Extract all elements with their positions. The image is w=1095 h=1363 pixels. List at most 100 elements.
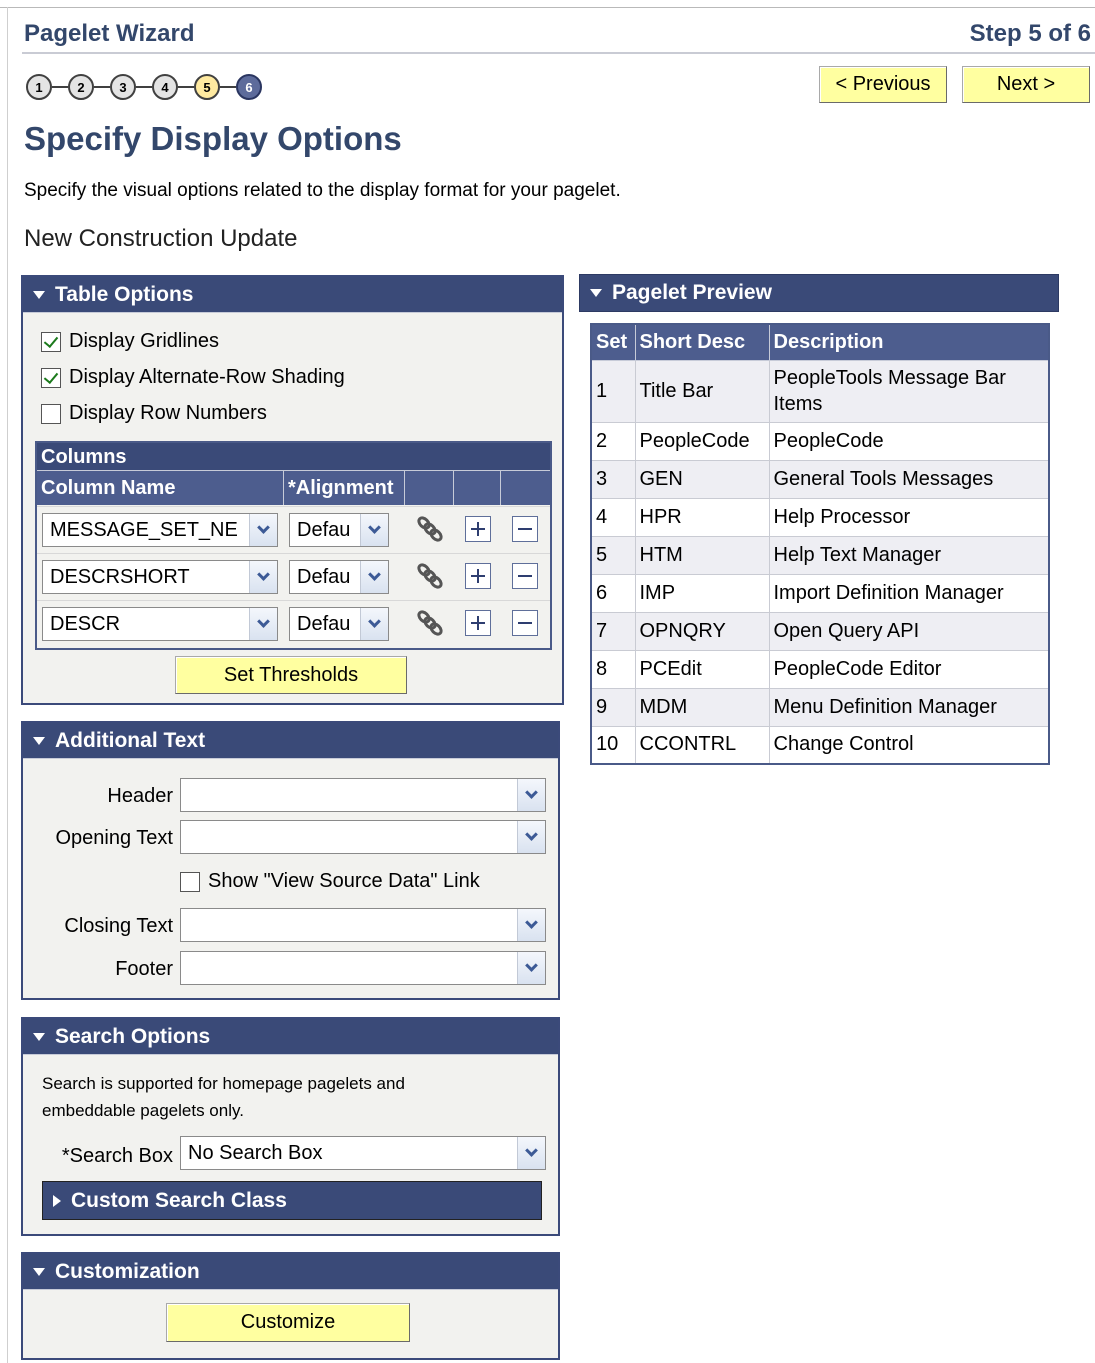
alt-row-shading-checkbox[interactable] [41, 367, 61, 388]
pagelet-preview-title: Pagelet Preview [612, 281, 772, 304]
title-divider [22, 52, 1095, 54]
closing-text-select[interactable] [180, 908, 546, 942]
alignment-select[interactable]: Defau [289, 560, 389, 594]
search-options-header[interactable]: Search Options [23, 1019, 558, 1055]
column-name-select[interactable]: MESSAGE_SET_NE [42, 513, 278, 547]
add-row-icon[interactable] [465, 610, 491, 636]
table-options-section: Table Options Display Gridlines Display … [21, 275, 564, 705]
search-box-select[interactable]: No Search Box [180, 1136, 546, 1170]
search-options-section: Search Options Search is supported for h… [21, 1017, 560, 1236]
step-indicator: Step 5 of 6 [969, 20, 1091, 47]
expand-icon [53, 1194, 61, 1207]
chevron-down-icon [249, 608, 277, 640]
table-row: 10 CCONTRL Change Control [590, 725, 1050, 765]
alt-row-shading-row: Display Alternate-Row Shading [41, 366, 345, 389]
next-button[interactable]: Next > [962, 66, 1090, 103]
table-row: 2 PeopleCode PeopleCode [590, 421, 1050, 461]
chain-link-icon[interactable] [415, 562, 443, 590]
chain-link-icon[interactable] [415, 515, 443, 543]
short-desc-header: Short Desc [634, 323, 770, 361]
chevron-down-icon [517, 909, 545, 941]
display-gridlines-checkbox[interactable] [41, 331, 61, 352]
additional-text-header[interactable]: Additional Text [23, 723, 558, 759]
table-row: 6 IMP Import Definition Manager [590, 573, 1050, 613]
column-row: DESCR Defau [37, 600, 550, 647]
chevron-down-icon [249, 514, 277, 546]
pagelet-preview-header[interactable]: Pagelet Preview [579, 274, 1059, 312]
alignment-header: *Alignment [284, 471, 405, 505]
table-row: 8 PCEdit PeopleCode Editor [590, 649, 1050, 689]
custom-search-class-header[interactable]: Custom Search Class [42, 1181, 542, 1220]
table-options-header[interactable]: Table Options [23, 277, 562, 313]
row-numbers-checkbox[interactable] [41, 403, 61, 424]
collapse-icon [33, 1032, 45, 1041]
additional-text-section: Additional Text Header Opening Text Show… [21, 721, 560, 1000]
add-row-icon[interactable] [465, 563, 491, 589]
chevron-down-icon [360, 561, 388, 593]
collapse-icon [33, 290, 45, 299]
customization-header[interactable]: Customization [23, 1254, 558, 1290]
step-connector [136, 86, 152, 88]
display-gridlines-label: Display Gridlines [69, 330, 220, 352]
step-connector [178, 86, 194, 88]
step-6[interactable]: 6 [236, 74, 262, 100]
header-select[interactable] [180, 778, 546, 812]
page-description: Specify the visual options related to th… [24, 180, 621, 201]
column-row: DESCRSHORT Defau [37, 553, 550, 600]
pagelet-name: New Construction Update [24, 225, 298, 252]
chevron-down-icon [517, 1137, 545, 1169]
delete-row-icon[interactable] [512, 610, 538, 636]
row-numbers-label: Display Row Numbers [69, 402, 267, 424]
set-thresholds-button[interactable]: Set Thresholds [175, 656, 407, 694]
opening-text-label: Opening Text [55, 827, 174, 849]
top-border [0, 7, 1095, 8]
opening-text-select[interactable] [180, 820, 546, 854]
column-name-header: Column Name [37, 471, 284, 505]
alt-row-shading-label: Display Alternate-Row Shading [69, 366, 345, 388]
set-header: Set [590, 323, 636, 361]
left-border [7, 7, 8, 1363]
chevron-down-icon [517, 952, 545, 984]
previous-button[interactable]: < Previous [819, 66, 947, 103]
closing-text-label: Closing Text [64, 915, 173, 937]
columns-header-row: Column Name *Alignment [37, 471, 550, 505]
step-3[interactable]: 3 [110, 74, 136, 100]
table-row: 4 HPR Help Processor [590, 497, 1050, 537]
remove-col-header [501, 471, 548, 505]
columns-grid: Columns Column Name *Alignment MESSAGE_S… [35, 441, 552, 650]
columns-title: Columns [37, 443, 550, 471]
delete-row-icon[interactable] [512, 516, 538, 542]
step-1[interactable]: 1 [26, 74, 52, 100]
view-source-row: Show "View Source Data" Link [180, 870, 480, 893]
table-options-title: Table Options [55, 282, 194, 306]
step-2[interactable]: 2 [68, 74, 94, 100]
customization-section: Customization Customize [21, 1252, 560, 1360]
view-source-checkbox[interactable] [180, 871, 200, 892]
alignment-select[interactable]: Defau [289, 607, 389, 641]
collapse-icon [33, 736, 45, 745]
customize-button[interactable]: Customize [166, 1303, 410, 1342]
search-options-title: Search Options [55, 1024, 211, 1048]
step-connector [52, 86, 68, 88]
header-label: Header [107, 785, 173, 807]
alignment-select[interactable]: Defau [289, 513, 389, 547]
column-name-select[interactable]: DESCRSHORT [42, 560, 278, 594]
wizard-title: Pagelet Wizard [24, 20, 195, 47]
custom-search-class-title: Custom Search Class [71, 1188, 287, 1212]
page-title: Specify Display Options [24, 120, 402, 157]
footer-select[interactable] [180, 951, 546, 985]
add-row-icon[interactable] [465, 516, 491, 542]
chevron-down-icon [517, 779, 545, 811]
step-connector [220, 86, 236, 88]
column-name-select[interactable]: DESCR [42, 607, 278, 641]
table-row: 5 HTM Help Text Manager [590, 535, 1050, 575]
chevron-down-icon [360, 608, 388, 640]
additional-text-title: Additional Text [55, 728, 206, 752]
display-gridlines-row: Display Gridlines [41, 330, 219, 353]
collapse-icon [590, 289, 602, 297]
chain-link-icon[interactable] [415, 609, 443, 637]
chevron-down-icon [360, 514, 388, 546]
delete-row-icon[interactable] [512, 563, 538, 589]
step-4[interactable]: 4 [152, 74, 178, 100]
chevron-down-icon [249, 561, 277, 593]
